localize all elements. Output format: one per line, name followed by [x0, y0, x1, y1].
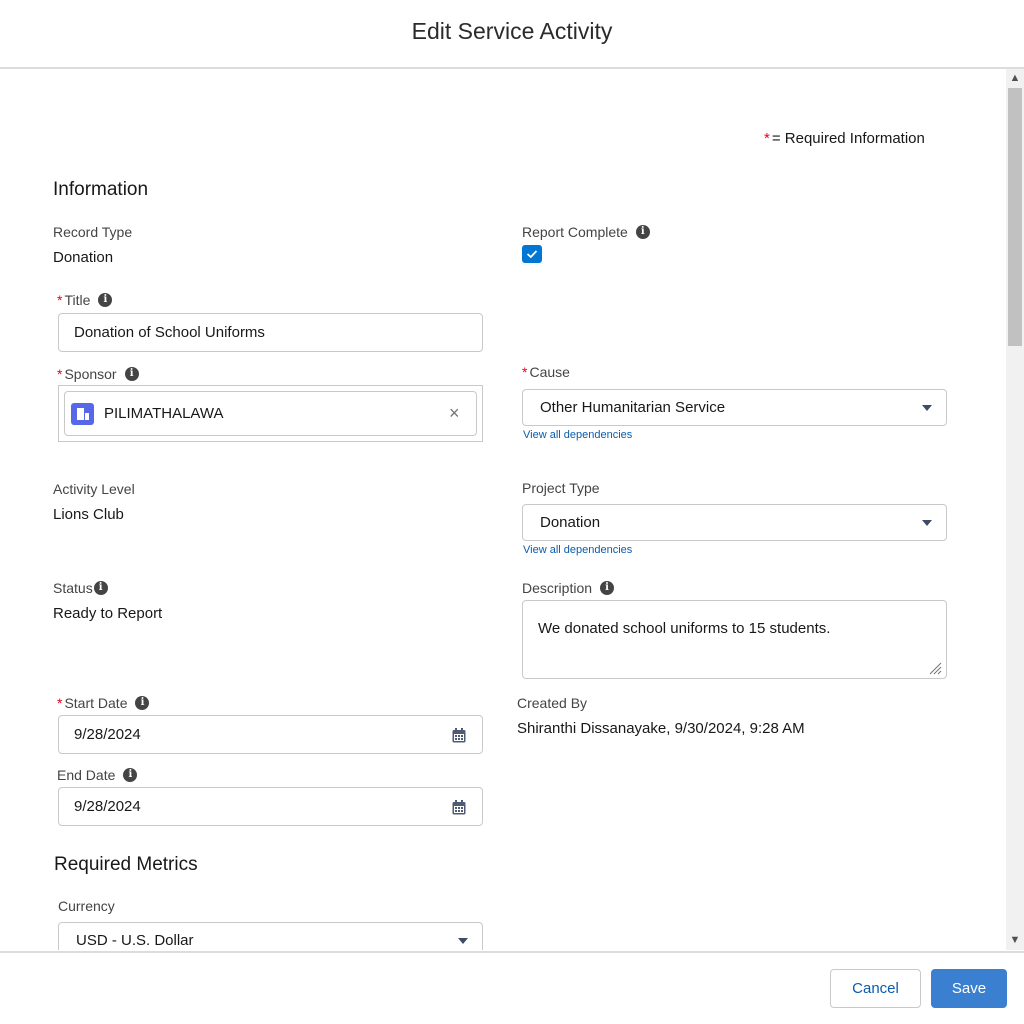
record-type-label: Record Type — [53, 224, 133, 240]
report-complete-label-text: Report Complete — [522, 224, 628, 240]
project-type-label: Project Type — [522, 480, 600, 496]
cause-label-text: Cause — [529, 364, 570, 380]
chevron-down-icon — [458, 938, 468, 944]
scroll-up-icon[interactable]: ▲ — [1006, 69, 1024, 87]
info-icon[interactable]: i — [93, 581, 108, 596]
currency-label: Currency — [58, 898, 115, 914]
project-type-select[interactable]: Donation — [522, 504, 947, 541]
description-label: Description i — [522, 580, 615, 596]
required-asterisk: * — [764, 130, 770, 147]
currency-value: USD - U.S. Dollar — [76, 932, 194, 949]
start-date-label: * Start Date i — [57, 695, 150, 711]
report-complete-checkbox[interactable] — [522, 245, 542, 263]
report-complete-label: Report Complete i — [522, 224, 650, 240]
scroll-down-icon[interactable]: ▼ — [1006, 931, 1024, 949]
clear-icon[interactable]: × — [449, 403, 460, 424]
calendar-icon[interactable] — [452, 800, 466, 815]
status-value: Ready to Report — [53, 605, 163, 622]
required-legend-text: = Required Information — [771, 130, 925, 147]
sponsor-pill[interactable]: PILIMATHALAWA × — [64, 391, 477, 436]
modal-header: Edit Service Activity — [0, 0, 1024, 69]
title-label-text: Title — [64, 292, 91, 308]
info-icon[interactable]: i — [635, 225, 650, 240]
cause-select[interactable]: Other Humanitarian Service — [522, 389, 947, 426]
end-date-value: 9/28/2024 — [74, 798, 141, 815]
start-date-value: 9/28/2024 — [74, 726, 141, 743]
project-type-dependencies-link[interactable]: View all dependencies — [523, 544, 632, 556]
title-label: * Title i — [57, 292, 113, 308]
section-information-title: Information — [53, 179, 149, 200]
sponsor-label: * Sponsor i — [57, 366, 139, 382]
info-icon[interactable]: i — [123, 768, 138, 783]
calendar-icon[interactable] — [452, 728, 466, 743]
section-required-metrics-title: Required Metrics — [54, 854, 198, 875]
info-icon[interactable]: i — [98, 293, 113, 308]
resize-handle-icon[interactable] — [927, 660, 942, 675]
activity-level-label: Activity Level — [53, 481, 135, 497]
chevron-down-icon — [922, 520, 932, 526]
created-by-value: Shiranthi Dissanayake, 9/30/2024, 9:28 A… — [517, 720, 805, 737]
sponsor-value: PILIMATHALAWA — [104, 405, 224, 422]
info-icon[interactable]: i — [600, 581, 615, 596]
project-type-value: Donation — [540, 514, 601, 531]
account-icon — [71, 403, 94, 425]
status-label-text: Status — [53, 580, 93, 596]
cause-dependencies-link[interactable]: View all dependencies — [523, 429, 632, 441]
save-button[interactable]: Save — [931, 969, 1007, 1008]
record-type-value: Donation — [53, 249, 114, 266]
form-body[interactable]: * = Required Information Information Reco… — [0, 69, 1006, 950]
chevron-down-icon — [922, 405, 932, 411]
end-date-label: End Date i — [57, 767, 138, 783]
start-date-input[interactable]: 9/28/2024 — [58, 715, 483, 754]
cancel-button[interactable]: Cancel — [830, 969, 921, 1008]
sponsor-lookup[interactable]: PILIMATHALAWA × — [58, 385, 483, 442]
required-legend: * = Required Information — [764, 130, 925, 147]
scrollbar-thumb[interactable] — [1008, 88, 1022, 346]
activity-level-value: Lions Club — [53, 506, 124, 523]
cause-value: Other Humanitarian Service — [540, 399, 726, 416]
info-icon[interactable]: i — [124, 367, 139, 382]
status-label: Status i — [53, 580, 108, 596]
description-label-text: Description — [522, 580, 593, 596]
cause-label: * Cause — [522, 364, 570, 380]
description-value: We donated school uniforms to 15 student… — [538, 620, 831, 637]
end-date-input[interactable]: 9/28/2024 — [58, 787, 483, 826]
end-date-label-text: End Date — [57, 767, 116, 783]
title-input[interactable]: Donation of School Uniforms — [58, 313, 483, 352]
checkmark-icon — [526, 250, 538, 259]
currency-select[interactable]: USD - U.S. Dollar — [58, 922, 483, 950]
description-textarea[interactable]: We donated school uniforms to 15 student… — [522, 600, 947, 679]
modal-title: Edit Service Activity — [411, 18, 613, 44]
modal-footer: Cancel Save — [0, 951, 1024, 1024]
start-date-label-text: Start Date — [64, 695, 128, 711]
info-icon[interactable]: i — [135, 696, 150, 711]
created-by-label: Created By — [517, 695, 588, 711]
sponsor-label-text: Sponsor — [64, 366, 117, 382]
